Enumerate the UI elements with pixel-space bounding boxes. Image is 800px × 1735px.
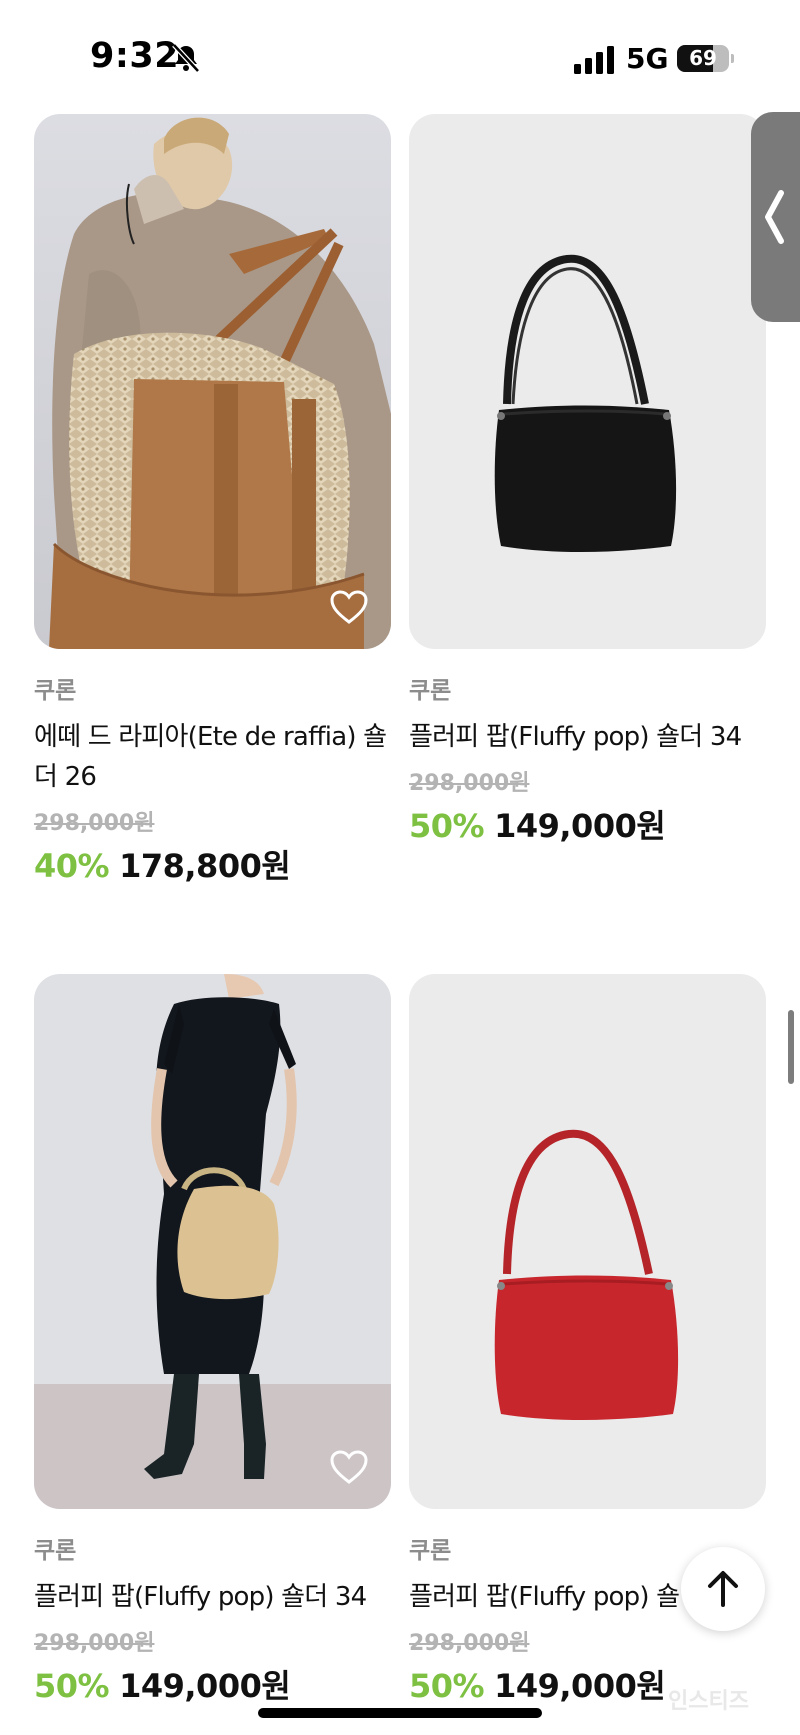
product-image[interactable] [34, 974, 391, 1509]
heart-outline-icon [330, 1450, 368, 1484]
discount-rate: 50% [34, 1667, 110, 1705]
product-image[interactable] [34, 114, 391, 649]
battery-level: 69 [689, 46, 717, 70]
watermark: 인스티즈 [668, 1689, 749, 1714]
sale-price: 149,000원 [119, 1667, 291, 1705]
side-drawer-handle[interactable] [751, 112, 800, 322]
original-price: 298,000원 [34, 811, 155, 836]
product-image[interactable] [409, 114, 766, 649]
sale-price: 149,000원 [494, 807, 666, 845]
discount-rate: 50% [409, 1667, 485, 1705]
product-name[interactable]: 에떼 드 라피아(Ete de raffia) 숄더 26 [34, 717, 391, 797]
product-photo [34, 974, 391, 1509]
wishlist-button[interactable] [327, 585, 371, 629]
product-name[interactable]: 플러피 팝(Fluffy pop) 숄더 34 [34, 1577, 391, 1617]
product-image[interactable] [409, 974, 766, 1509]
product-photo [409, 974, 766, 1509]
network-type: 5G [626, 42, 669, 75]
scrollbar[interactable] [788, 1010, 794, 1084]
sale-price: 149,000원 [494, 1667, 666, 1705]
product-card[interactable]: 쿠론 플러피 팝(Fluffy pop) 숄더 34 298,000원 50% … [409, 114, 766, 847]
product-brand: 쿠론 [34, 1538, 77, 1564]
bell-slash-icon [172, 43, 200, 73]
cellular-signal-icon [574, 46, 614, 74]
product-brand: 쿠론 [409, 678, 452, 704]
product-card[interactable]: 쿠론 에떼 드 라피아(Ete de raffia) 숄더 26 298,000… [34, 114, 391, 887]
sale-price: 178,800원 [119, 847, 291, 885]
scroll-top-button[interactable] [681, 1547, 765, 1631]
discount-rate: 50% [409, 807, 485, 845]
product-photo [409, 114, 766, 649]
original-price: 298,000원 [34, 1631, 155, 1656]
product-photo [34, 114, 391, 649]
status-bar: 9:32 5G 69 [0, 0, 800, 112]
chevron-left-icon [765, 190, 784, 244]
home-indicator[interactable] [258, 1708, 542, 1718]
battery-icon: 69 [677, 45, 729, 72]
wishlist-button[interactable] [327, 1445, 371, 1489]
product-name[interactable]: 플러피 팝(Fluffy pop) 숄더 34 [409, 717, 766, 757]
arrow-up-icon [708, 1571, 738, 1607]
product-brand: 쿠론 [34, 678, 77, 704]
product-card[interactable]: 쿠론 플러피 팝(Fluffy pop) 숄더 34 298,000원 50% … [34, 974, 391, 1707]
price-row: 50% 149,000원 [34, 1661, 391, 1707]
price-row: 40% 178,800원 [34, 841, 391, 887]
discount-rate: 40% [34, 847, 110, 885]
status-time: 9:32 [90, 36, 180, 76]
heart-outline-icon [330, 590, 368, 624]
price-row: 50% 149,000원 [409, 801, 766, 847]
original-price: 298,000원 [409, 771, 530, 796]
battery-cap [731, 54, 734, 63]
